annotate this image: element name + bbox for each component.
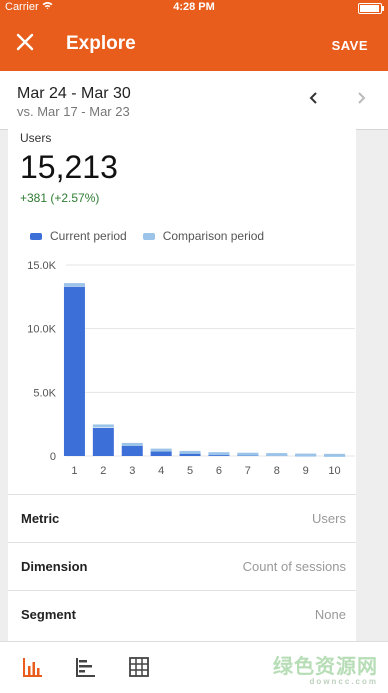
x-tick-label: 2 <box>100 465 106 477</box>
bar-chart-icon[interactable] <box>22 656 44 678</box>
row-label: Dimension <box>21 559 88 574</box>
metric-name: Users <box>20 131 52 145</box>
x-tick-label: 9 <box>303 465 309 477</box>
chart-legend: Current period Comparison period <box>30 229 280 243</box>
bar-comparison <box>179 450 201 454</box>
legend-label-current: Current period <box>50 229 127 243</box>
chevron-right-icon[interactable] <box>352 87 370 115</box>
row-label: Segment <box>21 607 76 622</box>
row-segment[interactable]: Segment None <box>8 590 356 638</box>
row-label: Metric <box>21 511 60 526</box>
row-value: Count of sessions <box>242 559 346 574</box>
bar-comparison <box>121 442 143 446</box>
metric-value: 15,213 <box>20 149 118 185</box>
row-value: None <box>314 607 346 622</box>
bar-comparison <box>324 453 346 457</box>
x-tick-label: 3 <box>129 465 135 477</box>
bar-current <box>92 427 114 456</box>
y-tick-label: 0 <box>50 451 56 463</box>
comparison-range: vs. Mar 17 - Mar 23 <box>17 104 130 119</box>
page-title: Explore <box>66 33 136 54</box>
watermark-text: 绿色资源网 <box>273 656 378 678</box>
bar-comparison <box>92 424 114 428</box>
horizontal-bar-icon[interactable] <box>75 656 97 678</box>
x-tick-label: 4 <box>158 465 164 477</box>
bar-current <box>63 286 85 456</box>
date-range[interactable]: Mar 24 - Mar 30 <box>17 85 131 103</box>
watermark: 绿色资源网 downcc.com <box>273 650 378 686</box>
date-range-selector[interactable]: Mar 24 - Mar 30 vs. Mar 17 - Mar 23 <box>0 71 388 130</box>
table-icon[interactable] <box>128 656 150 678</box>
legend-current: Current period <box>30 229 127 243</box>
legend-label-comparison: Comparison period <box>162 229 265 243</box>
bar-comparison <box>150 448 172 452</box>
row-metric[interactable]: Metric Users <box>8 494 356 542</box>
bar-current <box>121 445 143 456</box>
metric-delta: +381 (+2.57%) <box>20 191 100 205</box>
chevron-left-icon[interactable] <box>305 87 323 115</box>
bar-comparison <box>295 453 317 457</box>
watermark-sub: downcc.com <box>309 677 378 686</box>
x-tick-label: 10 <box>328 465 340 477</box>
y-tick-label: 15.0K <box>27 260 56 272</box>
app-bar: Explore SAVE <box>0 16 388 71</box>
x-tick-label: 7 <box>245 465 251 477</box>
y-tick-label: 10.0K <box>27 324 56 336</box>
x-tick-label: 1 <box>71 465 77 477</box>
settings-list: Metric Users Dimension Count of sessions… <box>8 494 356 638</box>
x-tick-label: 5 <box>187 465 193 477</box>
row-value: Users <box>312 511 346 526</box>
bar-comparison <box>63 283 85 287</box>
x-tick-label: 6 <box>216 465 222 477</box>
bar-comparison <box>237 452 259 456</box>
battery-icon <box>358 3 384 14</box>
bottom-toolbar: 绿色资源网 downcc.com <box>0 641 388 693</box>
bar-comparison <box>208 452 230 456</box>
row-dimension[interactable]: Dimension Count of sessions <box>8 542 356 590</box>
bar-comparison <box>266 453 288 457</box>
legend-swatch-current <box>30 232 42 240</box>
legend-comparison: Comparison period <box>142 229 265 243</box>
y-tick-label: 5.0K <box>33 387 56 399</box>
close-icon[interactable] <box>12 29 38 55</box>
x-tick-label: 8 <box>274 465 280 477</box>
bar-current <box>150 450 172 456</box>
legend-swatch-comparison <box>142 232 155 240</box>
save-button[interactable]: SAVE <box>332 38 368 53</box>
status-bar: Carrier 4:28 PM <box>0 0 388 16</box>
clock: 4:28 PM <box>173 1 215 13</box>
